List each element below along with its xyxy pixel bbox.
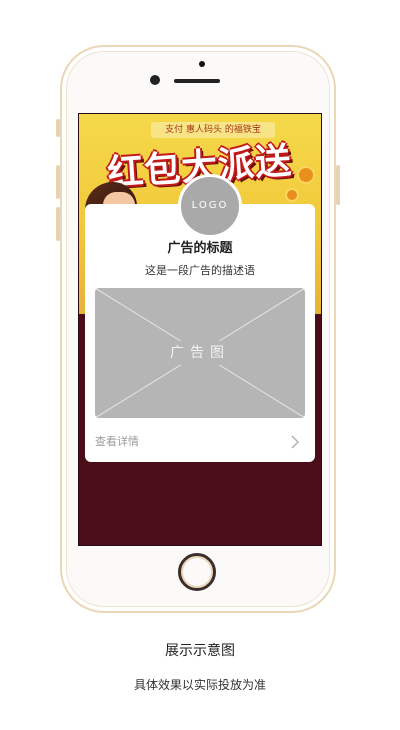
ad-title: 广告的标题 [167, 241, 233, 256]
proximity-sensor [199, 61, 205, 67]
volume-down-button [56, 207, 60, 241]
ad-card[interactable]: LOGO 广告的标题 这是一段广告的描述语 广告图 查看详情 [85, 174, 315, 462]
coin-icon [285, 188, 299, 202]
earpiece-speaker [174, 79, 220, 83]
power-button [336, 165, 340, 205]
ad-logo: LOGO [178, 174, 242, 238]
chevron-right-icon [291, 435, 300, 449]
caption-sub: 具体效果以实际投放为准 [133, 678, 266, 692]
front-camera-icon [150, 75, 160, 85]
caption-main: 展示示意图 [165, 643, 235, 659]
coin-icon [297, 166, 315, 184]
phone-screen: 支付 惠人码头 的福铁宝 红包大派送 LOGO 广告的标题 这是一段广告的描述语… [78, 113, 322, 546]
ad-image-placeholder[interactable]: 广告图 [95, 288, 305, 418]
ad-image-label: 广告图 [165, 341, 235, 365]
mute-switch [56, 119, 60, 137]
ad-description: 这是一段广告的描述语 [145, 264, 255, 277]
phone-mockup: 支付 惠人码头 的福铁宝 红包大派送 LOGO 广告的标题 这是一段广告的描述语… [56, 45, 340, 613]
home-button[interactable] [178, 553, 216, 591]
view-details-label: 查看详情 [95, 435, 139, 448]
volume-up-button [56, 165, 60, 199]
view-details-link[interactable]: 查看详情 [95, 432, 305, 452]
